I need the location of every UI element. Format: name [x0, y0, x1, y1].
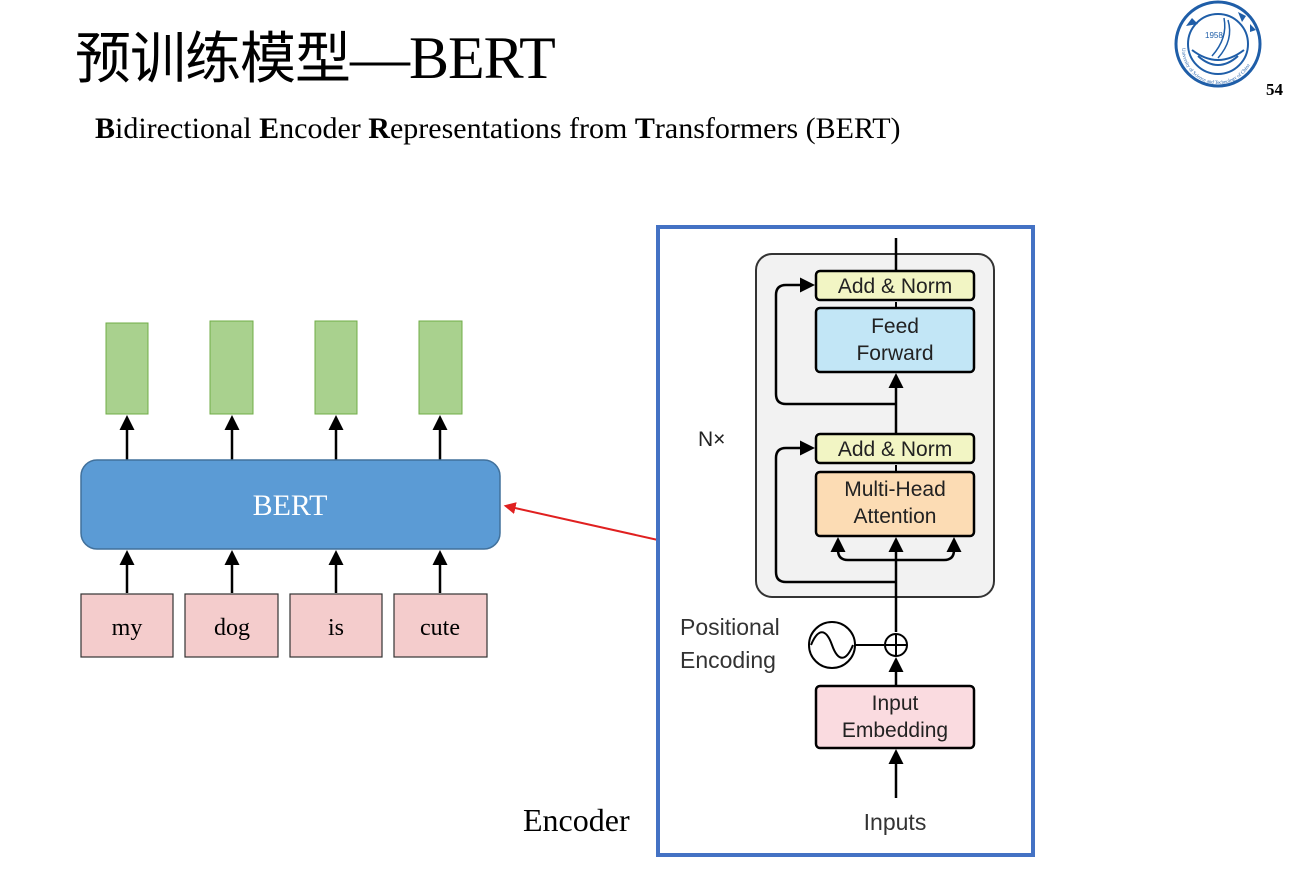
repeat-label: N×	[698, 428, 725, 451]
input-token-dog-label: dog	[214, 615, 250, 641]
input-token-cute-label: cute	[420, 615, 460, 641]
input-arrows	[119, 550, 448, 593]
add-norm-top-label: Add & Norm	[838, 275, 952, 298]
input-tokens: my dog is cute	[80, 593, 488, 658]
input-token-my-label: my	[112, 615, 143, 641]
add-norm-bottom-label: Add & Norm	[838, 438, 952, 461]
output-token-1	[105, 322, 149, 415]
input-token-is-label: is	[328, 615, 344, 641]
bert-diagram: BERT my dog is cute Add & Norm Feed Forw…	[80, 225, 1035, 857]
input-embedding-line2: Embedding	[842, 719, 948, 742]
output-token-2	[209, 320, 254, 415]
multi-head-attention-line2: Attention	[854, 505, 937, 528]
encoder-caption: Encoder	[523, 802, 630, 838]
positional-encoding-line2: Encoding	[680, 647, 776, 673]
encoder-layer-stack	[755, 253, 995, 598]
multi-head-attention-line1: Multi-Head	[844, 478, 946, 501]
encoder-connector-arrow	[503, 502, 659, 541]
output-arrows	[119, 415, 448, 460]
feed-forward-line1: Feed	[871, 315, 919, 338]
input-embedding-line1: Input	[872, 692, 919, 715]
positional-encoding-line1: Positional	[680, 614, 780, 640]
inputs-label: Inputs	[864, 809, 927, 835]
output-tokens	[105, 320, 463, 415]
feed-forward-line2: Forward	[856, 342, 933, 365]
output-token-4	[418, 320, 463, 415]
output-token-3	[314, 320, 358, 415]
bert-block-label: BERT	[253, 489, 328, 522]
